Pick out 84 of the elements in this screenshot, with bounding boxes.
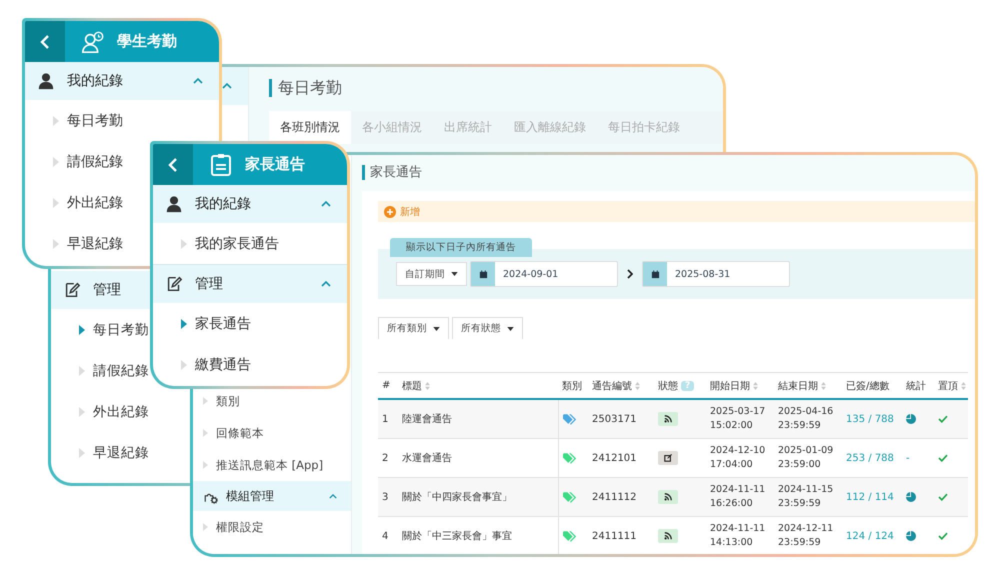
- table-cell: 2503171: [588, 399, 654, 438]
- edit-icon: [658, 451, 678, 465]
- sort-icon[interactable]: [425, 382, 430, 390]
- filter-dropdown[interactable]: 所有狀態: [452, 317, 523, 339]
- menu-item[interactable]: 回條範本: [216, 426, 264, 440]
- menu-item[interactable]: 繳費通告: [195, 356, 251, 374]
- person-icon: [37, 72, 55, 90]
- triangle-icon: [203, 429, 208, 437]
- menu-item[interactable]: 早退紀錄: [67, 234, 123, 252]
- calendar-icon: [478, 270, 488, 278]
- person-icon: [165, 195, 183, 213]
- clipboard-icon: [209, 152, 233, 176]
- chevron-icon[interactable]: [193, 78, 203, 84]
- chevron-icon[interactable]: [321, 201, 331, 207]
- chevron-left-icon: [40, 34, 50, 50]
- sort-icon[interactable]: [821, 382, 826, 390]
- table-cell: 2024-12-11 23:59:59: [774, 516, 842, 554]
- menu-item[interactable]: 外出紀錄: [93, 402, 149, 420]
- group-label[interactable]: 我的紀錄: [195, 195, 251, 213]
- menu-item[interactable]: 推送訊息範本 [App]: [216, 458, 324, 472]
- table-cell: 2024-11-11 16:26:00: [706, 478, 774, 516]
- plus-icon: [384, 206, 396, 218]
- back-button[interactable]: [153, 144, 193, 185]
- page-title: 家長通告: [362, 165, 975, 180]
- filter-label: 顯示以下日子內所有通告: [390, 238, 532, 257]
- group-label[interactable]: 管理: [195, 275, 223, 293]
- back-button[interactable]: [25, 21, 65, 62]
- table-cell: 2025-04-16 23:59:59: [774, 399, 842, 438]
- menu-item[interactable]: 請假紀錄: [93, 362, 149, 380]
- person-clock-icon: [81, 30, 105, 54]
- table-cell: 3: [378, 478, 398, 516]
- menu-item[interactable]: 每日考勤: [93, 320, 149, 338]
- sort-icon[interactable]: [961, 382, 966, 390]
- table-cell: 2024-11-11 14:13:00: [706, 516, 774, 554]
- triangle-icon: [203, 461, 208, 469]
- chevron-icon[interactable]: [321, 281, 331, 287]
- menu-item[interactable]: 家長通告: [195, 314, 251, 332]
- caret-icon: [507, 326, 514, 330]
- table-cell: 2025-03-17 15:02:00: [706, 399, 774, 438]
- group-label[interactable]: 管理: [93, 281, 121, 299]
- pie-chart-icon[interactable]: [906, 414, 916, 424]
- edit-icon: [63, 281, 81, 299]
- menu-item[interactable]: 請假紀錄: [67, 152, 123, 170]
- rss-icon: [658, 490, 678, 504]
- pie-chart-icon[interactable]: [906, 492, 916, 502]
- table-cell: 關於「中四家長會事宜」: [398, 478, 558, 516]
- rss-icon: [658, 529, 678, 543]
- caret-icon: [451, 272, 458, 276]
- edit-icon: [165, 275, 183, 293]
- table-cell: 2411112: [588, 478, 654, 516]
- menu-item[interactable]: 早退紀錄: [93, 444, 149, 462]
- rss-icon: [658, 412, 678, 426]
- menu-item[interactable]: 每日考勤: [67, 112, 123, 130]
- calendar-icon: [650, 270, 660, 278]
- table-cell: 關於「中三家長會」事宜: [398, 516, 558, 554]
- sort-icon[interactable]: [753, 382, 758, 390]
- menu-title: 家長通告: [245, 155, 305, 174]
- menu-item[interactable]: 外出紀錄: [67, 194, 123, 212]
- date-field[interactable]: 2024-09-01: [470, 261, 618, 287]
- group-label[interactable]: 我的紀錄: [67, 72, 123, 90]
- chevron-icon[interactable]: [329, 494, 337, 498]
- sort-icon[interactable]: [635, 382, 640, 390]
- table-cell: -: [906, 452, 910, 464]
- table-cell: 4: [378, 516, 398, 554]
- menu-item[interactable]: 權限設定: [216, 520, 264, 534]
- triangle-icon: [203, 523, 208, 531]
- page-title: 每日考勤: [269, 79, 723, 97]
- table-cell: 2024-11-15 23:59:59: [774, 478, 842, 516]
- table-cell: 陸運會通告: [398, 399, 558, 438]
- chevron-icon[interactable]: [222, 83, 232, 89]
- date-field[interactable]: 2025-08-31: [642, 261, 790, 287]
- table-cell: 2411111: [588, 516, 654, 554]
- menu-title: 學生考勤: [117, 32, 177, 51]
- period-dropdown[interactable]: 自訂期間: [396, 262, 467, 286]
- group-label[interactable]: 模組管理: [226, 488, 274, 504]
- table-cell: 1: [378, 399, 398, 438]
- menu-item[interactable]: 類別: [216, 394, 240, 408]
- pie-chart-icon[interactable]: [906, 531, 916, 541]
- tab[interactable]: 各班別情況: [269, 111, 351, 144]
- caret-icon: [433, 326, 440, 330]
- menu-item[interactable]: 我的家長通告: [195, 234, 279, 252]
- filter-dropdown[interactable]: 所有類別: [378, 317, 449, 339]
- chevron-left-icon: [168, 156, 178, 172]
- triangle-icon: [203, 397, 208, 405]
